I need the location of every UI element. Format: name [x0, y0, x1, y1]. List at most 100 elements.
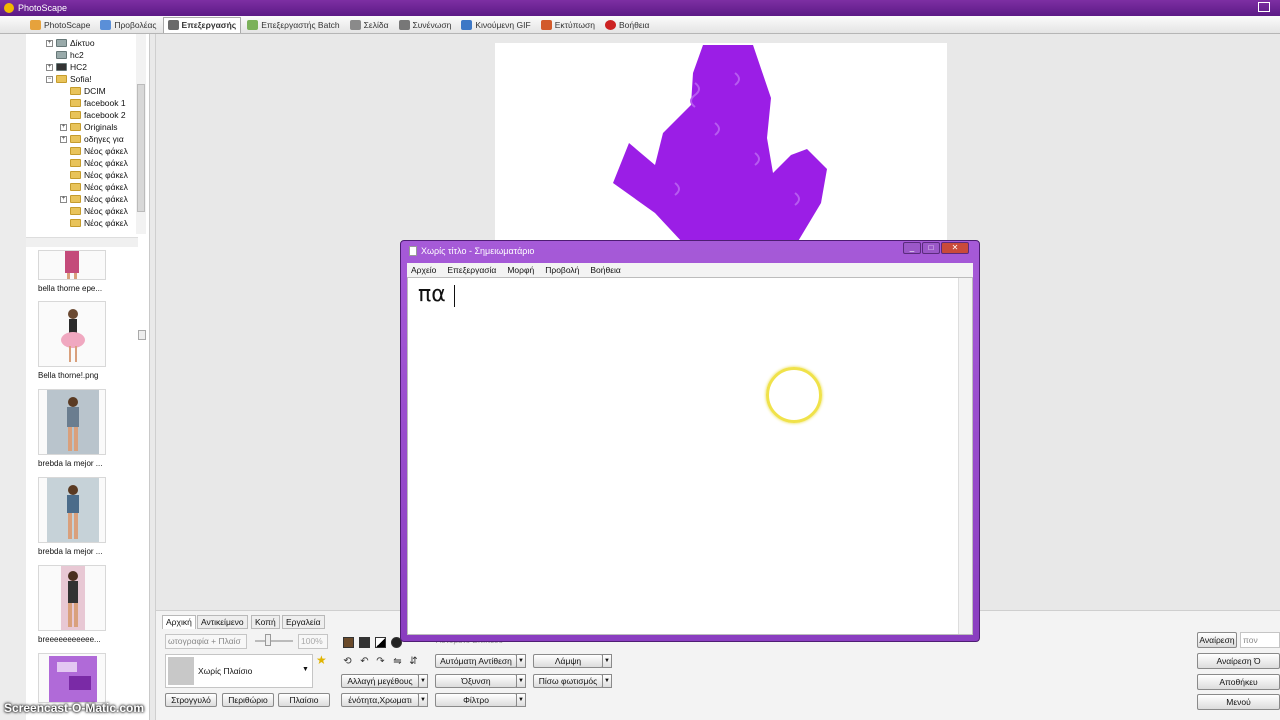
tree-item[interactable]: Νέος φάκελ — [70, 157, 128, 169]
auto-contrast-dropdown[interactable]: ▼ — [516, 654, 526, 668]
thumbnail-image[interactable] — [38, 653, 106, 703]
tab-crop[interactable]: Κοπή — [251, 615, 280, 629]
tree-item[interactable]: facebook 2 — [70, 109, 126, 121]
tree-item[interactable]: hc2 — [56, 49, 84, 61]
resize-dropdown[interactable]: ▼ — [418, 674, 428, 688]
tree-scroll-thumb[interactable] — [137, 84, 145, 212]
tab-home[interactable]: Αρχική — [162, 615, 196, 629]
thumbnail-image[interactable] — [38, 477, 106, 543]
undo-all-button[interactable]: Αναίρεση Ό — [1197, 653, 1280, 669]
thumbnail-scrollbar[interactable] — [136, 250, 148, 720]
tree-item[interactable]: + HC2 — [46, 61, 87, 73]
thumbnail-image[interactable] — [38, 250, 106, 280]
save-button[interactable]: Αποθήκευ — [1197, 674, 1280, 690]
tab-editor[interactable]: Επεξεργασής — [162, 16, 242, 33]
expand-icon[interactable]: + — [60, 123, 67, 131]
expand-icon[interactable]: + — [46, 63, 53, 71]
tab-tools[interactable]: Εργαλεία — [282, 615, 325, 629]
tab-photoscape[interactable]: PhotoScape — [26, 17, 94, 33]
color-swatch-icon[interactable] — [359, 637, 370, 648]
auto-contrast-button[interactable]: Αυτόματη Αντίθεση — [435, 654, 517, 668]
expand-icon[interactable]: + — [60, 135, 67, 143]
undo-field[interactable]: πον — [1240, 632, 1280, 648]
tab-help[interactable]: Βοήθεια — [601, 17, 653, 33]
thumbnail-item[interactable]: breeeeeeeeeee... — [38, 565, 106, 644]
thumbnail-image[interactable] — [38, 389, 106, 455]
notepad-scrollbar[interactable] — [958, 278, 972, 634]
tab-batch-editor[interactable]: Επεξεργαστής Batch — [243, 17, 343, 33]
tree-item[interactable]: DCIM — [70, 85, 106, 97]
undo-rotate-icon[interactable]: ↶ — [359, 656, 370, 667]
brightness-button[interactable]: Λάμψη — [533, 654, 603, 668]
tab-object[interactable]: Αντικείμενο — [197, 615, 248, 629]
sharpen-button[interactable]: Όξυνση — [435, 674, 517, 688]
contrast-icon[interactable] — [375, 637, 386, 648]
tree-item[interactable]: + Νέος φάκελ — [60, 193, 128, 205]
maximize-icon[interactable] — [1258, 2, 1270, 12]
zoom-slider[interactable] — [255, 640, 293, 642]
menu-format[interactable]: Μορφή — [507, 265, 534, 275]
edited-image[interactable] — [495, 43, 947, 243]
brightness-dropdown[interactable]: ▼ — [602, 654, 612, 668]
redo-rotate-icon[interactable]: ↷ — [375, 656, 386, 667]
zoom-field[interactable]: 100% — [298, 634, 328, 649]
mirror-icon[interactable]: ⇵ — [408, 656, 419, 667]
tree-item[interactable]: Νέος φάκελ — [70, 145, 128, 157]
sharpen-dropdown[interactable]: ▼ — [516, 674, 526, 688]
frame-select[interactable]: Χωρίς Πλαίσιο ▼ — [165, 654, 313, 688]
thumbnail-item[interactable]: brebda la mejor ... — [38, 477, 106, 556]
tree-item[interactable]: − Sofia! — [46, 73, 92, 85]
notepad-titlebar[interactable]: Χωρίς τίτλο - Σημειωματάριο — [409, 243, 909, 259]
tab-viewer[interactable]: Προβολέας — [96, 17, 160, 33]
menu-view[interactable]: Προβολή — [545, 265, 579, 275]
menu-help[interactable]: Βοήθεια — [590, 265, 620, 275]
menu-edit[interactable]: Επεξεργασία — [447, 265, 496, 275]
notepad-text-area[interactable]: πα — [407, 277, 973, 635]
thumbnail-image[interactable] — [38, 301, 106, 367]
frame-button[interactable]: Πλαίσιο — [278, 693, 330, 707]
star-icon[interactable]: ★ — [316, 653, 327, 667]
undo-button[interactable]: Αναίρεση — [1197, 632, 1237, 648]
thumbnail-scroll-thumb[interactable] — [138, 330, 146, 340]
tree-item[interactable]: + Originals — [60, 121, 118, 133]
menu-button[interactable]: Μενού — [1197, 694, 1280, 710]
tree-item[interactable]: Νέος φάκελ — [70, 181, 128, 193]
tree-item[interactable]: Νέος φάκελ — [70, 169, 128, 181]
backlight-button[interactable]: Πίσω φωτισμός — [533, 674, 603, 688]
tree-item[interactable]: + Δίκτυο — [46, 37, 95, 49]
color-dropdown[interactable]: ▼ — [418, 693, 428, 707]
tab-animated-gif[interactable]: Κινούμενη GIF — [457, 17, 534, 33]
tab-combine[interactable]: Συνένωση — [395, 17, 456, 33]
tab-print[interactable]: Εκτύπωση — [537, 17, 599, 33]
expand-icon[interactable]: + — [46, 39, 53, 47]
tree-scrollbar[interactable] — [136, 34, 146, 234]
flip-icon[interactable]: ⇋ — [392, 656, 403, 667]
maximize-icon[interactable]: □ — [922, 242, 940, 254]
resize-button[interactable]: Αλλαγή μεγέθους — [341, 674, 419, 688]
thumbnail-item[interactable] — [38, 653, 106, 703]
expand-icon[interactable]: + — [60, 195, 67, 203]
margin-button[interactable]: Περιθώριο — [222, 693, 274, 707]
tab-page[interactable]: Σελίδα — [346, 17, 393, 33]
tree-item[interactable]: facebook 1 — [70, 97, 126, 109]
filter-button[interactable]: Φίλτρο — [435, 693, 517, 707]
backlight-dropdown[interactable]: ▼ — [602, 674, 612, 688]
zoom-slider-handle[interactable] — [265, 634, 271, 646]
thumbnail-item[interactable]: brebda la mejor ... — [38, 389, 106, 468]
thumbnail-image[interactable] — [38, 565, 106, 631]
round-button[interactable]: Στρογγυλό — [165, 693, 217, 707]
thumbnail-item[interactable]: bella thorne epe... — [38, 250, 106, 293]
menu-file[interactable]: Αρχείο — [411, 265, 436, 275]
tree-item[interactable]: Νέος φάκελ — [70, 205, 128, 217]
minimize-icon[interactable]: _ — [903, 242, 921, 254]
filter-dropdown[interactable]: ▼ — [516, 693, 526, 707]
collapse-icon[interactable]: − — [46, 75, 53, 83]
color-button[interactable]: ένότητα,Χρωματι — [341, 693, 419, 707]
thumbnail-item[interactable]: Bella thorne!.png — [38, 301, 106, 380]
color-swatch-icon[interactable] — [343, 637, 354, 648]
close-icon[interactable]: ✕ — [941, 242, 969, 254]
tree-item[interactable]: Νέος φάκελ — [70, 217, 128, 229]
photo-frame-field[interactable]: ωτογραφία + Πλαίσ — [165, 634, 247, 649]
tree-horizontal-scrollbar[interactable] — [26, 237, 138, 247]
rotate-icon[interactable]: ⟲ — [342, 656, 353, 667]
